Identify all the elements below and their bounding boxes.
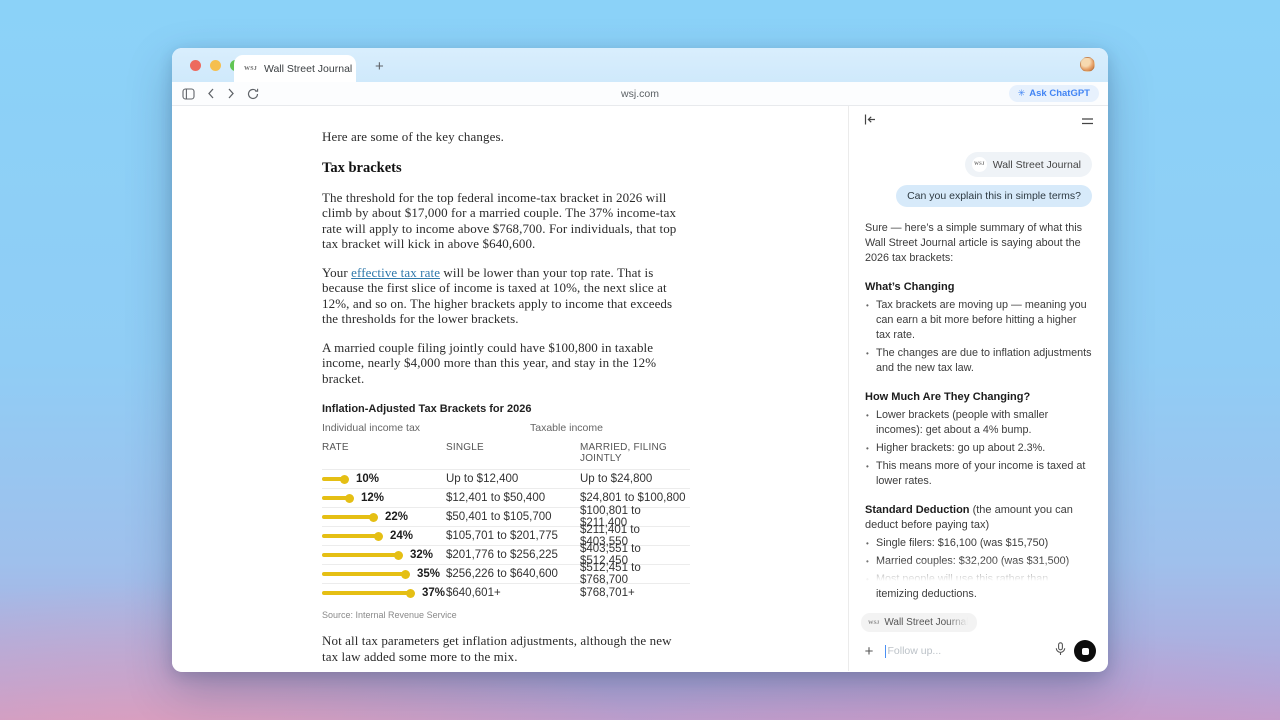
rate-label: 22% <box>385 511 408 523</box>
married-range: $512,451 to $768,700 <box>580 562 690 586</box>
rate-bar <box>322 534 380 538</box>
married-range: Up to $24,800 <box>580 473 690 485</box>
chat-menu-icon[interactable] <box>1081 113 1094 131</box>
effective-tax-rate-link[interactable]: effective tax rate <box>351 265 440 280</box>
rate-label: 24% <box>390 530 413 542</box>
composer: + <box>861 640 1096 662</box>
follow-up-input[interactable] <box>887 645 1047 657</box>
tax-bracket-row: 35% $256,226 to $640,600 $512,451 to $76… <box>322 564 690 583</box>
wsj-favicon-icon: WSJ <box>972 157 987 172</box>
single-range: $640,601+ <box>446 587 580 599</box>
bullet-item: This means more of your income is taxed … <box>865 459 1092 489</box>
collapse-sidebar-icon[interactable] <box>863 113 877 131</box>
bullet-item: Most people will use this rather than it… <box>865 572 1092 602</box>
rate-bar <box>322 572 407 576</box>
chatgpt-logo-icon: ✳ <box>1018 88 1026 99</box>
attachment-chip-label: Wall Street Journal <box>884 617 968 628</box>
section-heading: Standard Deduction (the amount you can d… <box>865 503 1092 533</box>
browser-window: WSJ Wall Street Journal + <box>172 48 1108 672</box>
married-range: $768,701+ <box>580 587 690 599</box>
article-intro: Here are some of the key changes. <box>322 129 690 145</box>
table-title: Inflation-Adjusted Tax Brackets for 2026 <box>322 403 690 415</box>
column-header-single: SINGLE <box>446 442 580 464</box>
article-paragraph: The threshold for the top federal income… <box>322 190 690 252</box>
wsj-favicon-icon: WSJ <box>244 66 257 72</box>
table-subhead-left: Individual income tax <box>322 422 530 434</box>
url-display[interactable]: wsj.com <box>621 88 659 100</box>
browser-tab[interactable]: WSJ Wall Street Journal <box>234 55 356 82</box>
rate-label: 12% <box>361 492 384 504</box>
profile-avatar[interactable] <box>1080 57 1095 72</box>
close-window-button[interactable] <box>190 60 201 71</box>
article-paragraph: A married couple filing jointly could ha… <box>322 340 690 387</box>
text-cursor <box>885 645 886 658</box>
single-range: $50,401 to $105,700 <box>446 511 580 523</box>
browser-toolbar: wsj.com ✳ Ask ChatGPT <box>172 82 1108 106</box>
back-icon[interactable] <box>207 88 215 99</box>
bullet-item: Married couples: $32,200 (was $31,500) <box>865 554 1092 569</box>
rate-label: 35% <box>417 568 440 580</box>
rate-bar <box>322 553 400 557</box>
article-paragraph: Not all tax parameters get inflation adj… <box>322 633 690 664</box>
rate-label: 10% <box>356 473 379 485</box>
bullet-item: Higher brackets: go up about 2.3%. <box>865 441 1092 456</box>
single-range: Up to $12,400 <box>446 473 580 485</box>
source-chip[interactable]: WSJ Wall Street Journal <box>965 152 1092 177</box>
tab-strip: WSJ Wall Street Journal + <box>172 48 1108 82</box>
rate-label: 37% <box>422 587 445 599</box>
table-source: Source: Internal Revenue Service <box>322 610 690 620</box>
ask-chatgpt-label: Ask ChatGPT <box>1029 88 1090 99</box>
tax-brackets-table: Inflation-Adjusted Tax Brackets for 2026… <box>322 403 690 620</box>
wsj-favicon-icon: WSJ <box>868 620 879 626</box>
stop-icon <box>1082 648 1089 655</box>
article-pane[interactable]: Here are some of the key changes. Tax br… <box>172 106 848 671</box>
reload-icon[interactable] <box>247 88 259 100</box>
article-paragraph: Your effective tax rate will be lower th… <box>322 265 690 327</box>
rate-bar <box>322 477 346 481</box>
column-header-rate: RATE <box>322 442 446 464</box>
married-range: $24,801 to $100,800 <box>580 492 690 504</box>
voice-mode-button[interactable] <box>1074 640 1096 662</box>
section-heading: What’s Changing <box>865 280 1092 295</box>
sidebar-toggle-icon[interactable] <box>182 88 195 100</box>
rate-bar <box>322 515 375 519</box>
column-header-married: MARRIED, FILING JOINTLY <box>580 442 690 464</box>
table-subhead-right: Taxable income <box>530 422 603 434</box>
chatgpt-sidebar: WSJ Wall Street Journal Can you explain … <box>848 106 1108 671</box>
source-chip-label: Wall Street Journal <box>993 159 1081 171</box>
article-heading-tax-brackets: Tax brackets <box>322 160 690 177</box>
single-range: $256,226 to $640,600 <box>446 568 580 580</box>
chat-messages[interactable]: WSJ Wall Street Journal Can you explain … <box>849 138 1108 611</box>
add-attachment-icon[interactable]: + <box>861 643 877 660</box>
rate-bar <box>322 591 412 595</box>
ask-chatgpt-button[interactable]: ✳ Ask ChatGPT <box>1009 85 1099 102</box>
minimize-window-button[interactable] <box>210 60 221 71</box>
tax-bracket-row: 10% Up to $12,400 Up to $24,800 <box>322 469 690 488</box>
section-heading: How Much Are They Changing? <box>865 390 1092 405</box>
forward-icon[interactable] <box>227 88 235 99</box>
rate-label: 32% <box>410 549 433 561</box>
new-tab-button[interactable]: + <box>368 55 391 78</box>
attachment-chip[interactable]: WSJ Wall Street Journal <box>861 613 977 632</box>
bullet-item: Single filers: $16,100 (was $15,750) <box>865 536 1092 551</box>
bullet-item: The changes are due to inflation adjustm… <box>865 346 1092 376</box>
bullet-item: Lower brackets (people with smaller inco… <box>865 408 1092 438</box>
bullet-item: Tax brackets are moving up — meaning you… <box>865 298 1092 343</box>
single-range: $105,701 to $201,775 <box>446 530 580 542</box>
assistant-message: Sure — here’s a simple summary of what t… <box>865 221 1092 611</box>
single-range: $12,401 to $50,400 <box>446 492 580 504</box>
assistant-intro: Sure — here’s a simple summary of what t… <box>865 221 1092 266</box>
user-message-bubble: Can you explain this in simple terms? <box>896 185 1092 207</box>
rate-bar <box>322 496 351 500</box>
tab-title: Wall Street Journal <box>264 63 352 75</box>
single-range: $201,776 to $256,225 <box>446 549 580 561</box>
microphone-icon[interactable] <box>1055 642 1066 661</box>
